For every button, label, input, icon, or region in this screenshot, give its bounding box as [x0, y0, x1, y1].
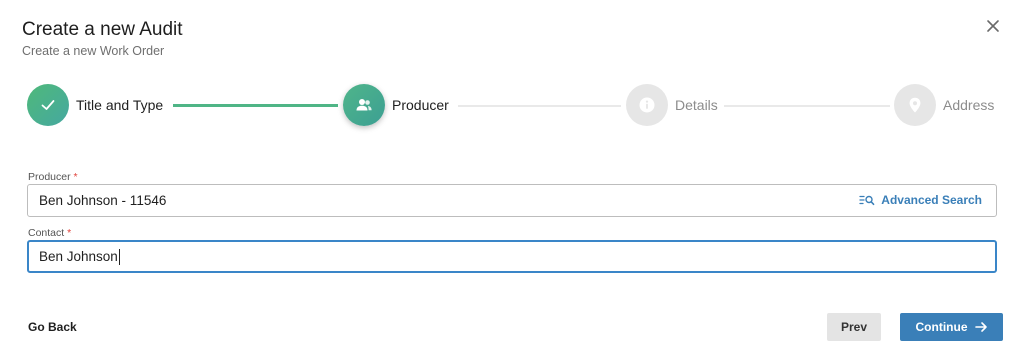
contact-input[interactable]: Ben Johnson — [27, 240, 997, 273]
contact-value: Ben Johnson — [39, 249, 118, 264]
dialog-subtitle: Create a new Work Order — [22, 44, 165, 58]
wizard-stepper: Title and Type Producer Details Address — [0, 84, 1024, 128]
producer-label: Producer * — [28, 171, 78, 183]
producer-input[interactable]: Ben Johnson - 11546 Advanced Search — [27, 184, 997, 217]
arrow-right-icon — [974, 322, 987, 332]
required-mark: * — [73, 171, 78, 183]
required-mark: * — [67, 227, 72, 239]
contact-label: Contact * — [28, 227, 72, 239]
advanced-search-button[interactable]: Advanced Search — [859, 193, 982, 207]
step-details[interactable]: Details — [626, 84, 718, 126]
map-pin-icon — [894, 84, 936, 126]
step-connector-2 — [458, 105, 621, 107]
producer-value: Ben Johnson - 11546 — [39, 193, 167, 208]
continue-button[interactable]: Continue — [900, 313, 1003, 341]
dialog-title: Create a new Audit — [22, 19, 183, 40]
step-address[interactable]: Address — [894, 84, 994, 126]
step-label: Producer — [392, 97, 449, 113]
create-audit-dialog: Create a new Audit Create a new Work Ord… — [0, 0, 1024, 363]
go-back-button[interactable]: Go Back — [28, 320, 77, 334]
step-connector-1 — [173, 104, 338, 107]
text-cursor — [118, 248, 120, 265]
step-title-and-type[interactable]: Title and Type — [27, 84, 163, 126]
info-icon — [626, 84, 668, 126]
step-producer[interactable]: Producer — [343, 84, 449, 126]
step-label: Details — [675, 97, 718, 113]
step-label: Address — [943, 97, 995, 113]
step-connector-3 — [724, 105, 890, 107]
search-list-icon — [859, 195, 875, 206]
close-icon[interactable] — [982, 15, 1004, 37]
step-label: Title and Type — [76, 97, 164, 113]
prev-button[interactable]: Prev — [827, 313, 881, 341]
users-icon — [343, 84, 385, 126]
check-icon — [27, 84, 69, 126]
